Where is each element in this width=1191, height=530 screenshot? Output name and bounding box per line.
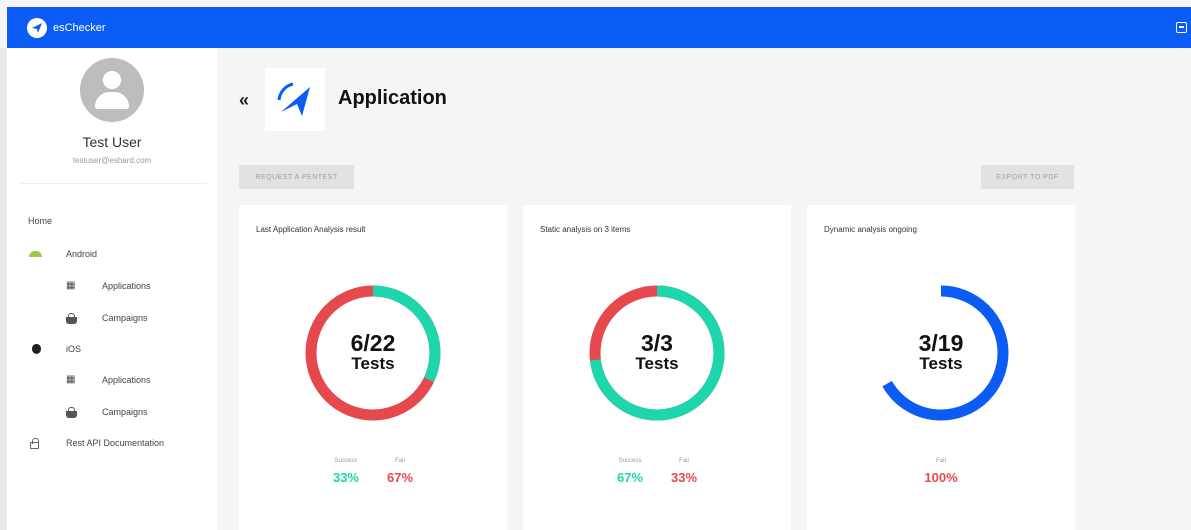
app-logo-icon[interactable]: [27, 17, 47, 38]
card-title: Last Application Analysis result: [256, 225, 366, 234]
legend-label: Fail: [679, 458, 689, 464]
legend-fail: Fail 100%: [924, 458, 957, 485]
sidebar-item-label: Campaigns: [102, 313, 148, 323]
grid-icon: ▦: [66, 280, 76, 291]
legend-value: 67%: [387, 470, 414, 485]
tests-unit: Tests: [635, 354, 679, 374]
card-title: Static analysis on 3 items: [540, 225, 631, 234]
divider: [21, 183, 207, 184]
legend-value: 33%: [671, 470, 698, 485]
application-logo-icon: [265, 68, 325, 131]
sidebar-item-label: Applications: [102, 281, 151, 291]
apple-icon: [32, 344, 41, 354]
legend-label: Success: [334, 458, 358, 464]
basket-icon: [66, 313, 77, 324]
legend-label: Fail: [395, 458, 405, 464]
window-edge: [0, 48, 7, 530]
sidebar-item-android-applications[interactable]: ▦ Applications: [7, 274, 217, 298]
static-analysis-card: Static analysis on 3 items 3/3 Tests Suc…: [523, 205, 791, 530]
sidebar-item-label: Home: [28, 216, 53, 226]
sidebar-item-ios-campaigns[interactable]: Campaigns: [7, 400, 217, 424]
tests-unit: Tests: [351, 354, 395, 374]
export-pdf-button[interactable]: Export to PDF: [981, 165, 1074, 189]
tests-count: 6/22: [350, 330, 396, 357]
android-icon: [29, 251, 42, 257]
sidebar-item-label: iOS: [66, 344, 82, 354]
back-button[interactable]: «: [239, 90, 249, 111]
sidebar-item-android-campaigns[interactable]: Campaigns: [7, 306, 217, 330]
legend-value: 33%: [332, 470, 359, 485]
legend-fail: Fail 67%: [387, 458, 413, 485]
legend: Success 67% Fail 33%: [523, 458, 791, 485]
avatar: [80, 58, 144, 122]
sidebar-item-label: Campaigns: [102, 407, 148, 417]
legend-value: 67%: [616, 470, 643, 485]
analysis-result-card: Last Application Analysis result 6/22 Te…: [239, 205, 507, 530]
main-content: « Application Request a pentest Export t…: [217, 48, 1191, 530]
page-title: Application: [338, 87, 447, 109]
sidebar-item-home[interactable]: Home: [7, 209, 217, 233]
legend: Fail 100%: [807, 458, 1075, 485]
lock-icon: [30, 438, 39, 449]
top-bar: esChecker: [7, 7, 1191, 48]
sidebar-item-ios-applications[interactable]: ▦ Applications: [7, 368, 217, 392]
sidebar-item-label: Applications: [102, 375, 151, 385]
request-pentest-button[interactable]: Request a pentest: [239, 165, 354, 189]
logout-icon[interactable]: [1176, 22, 1187, 33]
legend-value: 100%: [924, 470, 958, 485]
app-name: esChecker: [53, 21, 106, 34]
legend-label: Success: [618, 458, 642, 464]
sidebar-item-label: Android: [66, 249, 98, 259]
donut-center: 6/22 Tests: [303, 283, 443, 423]
sidebar-item-android[interactable]: Android: [7, 242, 217, 266]
legend-label: Fail: [936, 458, 946, 464]
donut-center: 3/19 Tests: [871, 283, 1011, 423]
user-email: testuser@eshard.com: [72, 156, 152, 165]
donut-center: 3/3 Tests: [587, 283, 727, 423]
legend-success: Success 67%: [617, 458, 643, 485]
grid-icon: ▦: [66, 374, 76, 385]
sidebar-item-label: Rest API Documentation: [66, 438, 165, 448]
card-title: Dynamic analysis ongoing: [824, 225, 917, 234]
sidebar-item-rest-api[interactable]: Rest API Documentation: [7, 431, 217, 455]
legend-success: Success 33%: [333, 458, 359, 485]
user-name: Test User: [82, 134, 142, 150]
tests-unit: Tests: [919, 354, 963, 374]
tests-count: 3/3: [641, 330, 673, 357]
legend: Success 33% Fail 67%: [239, 458, 507, 485]
sidebar: Test User testuser@eshard.com Home Andro…: [7, 48, 217, 530]
legend-fail: Fail 33%: [671, 458, 697, 485]
basket-icon: [66, 407, 77, 418]
dynamic-analysis-card: Dynamic analysis ongoing 3/19 Tests Fail…: [807, 205, 1075, 530]
tests-count: 3/19: [918, 330, 964, 357]
sidebar-item-ios[interactable]: iOS: [7, 337, 217, 361]
